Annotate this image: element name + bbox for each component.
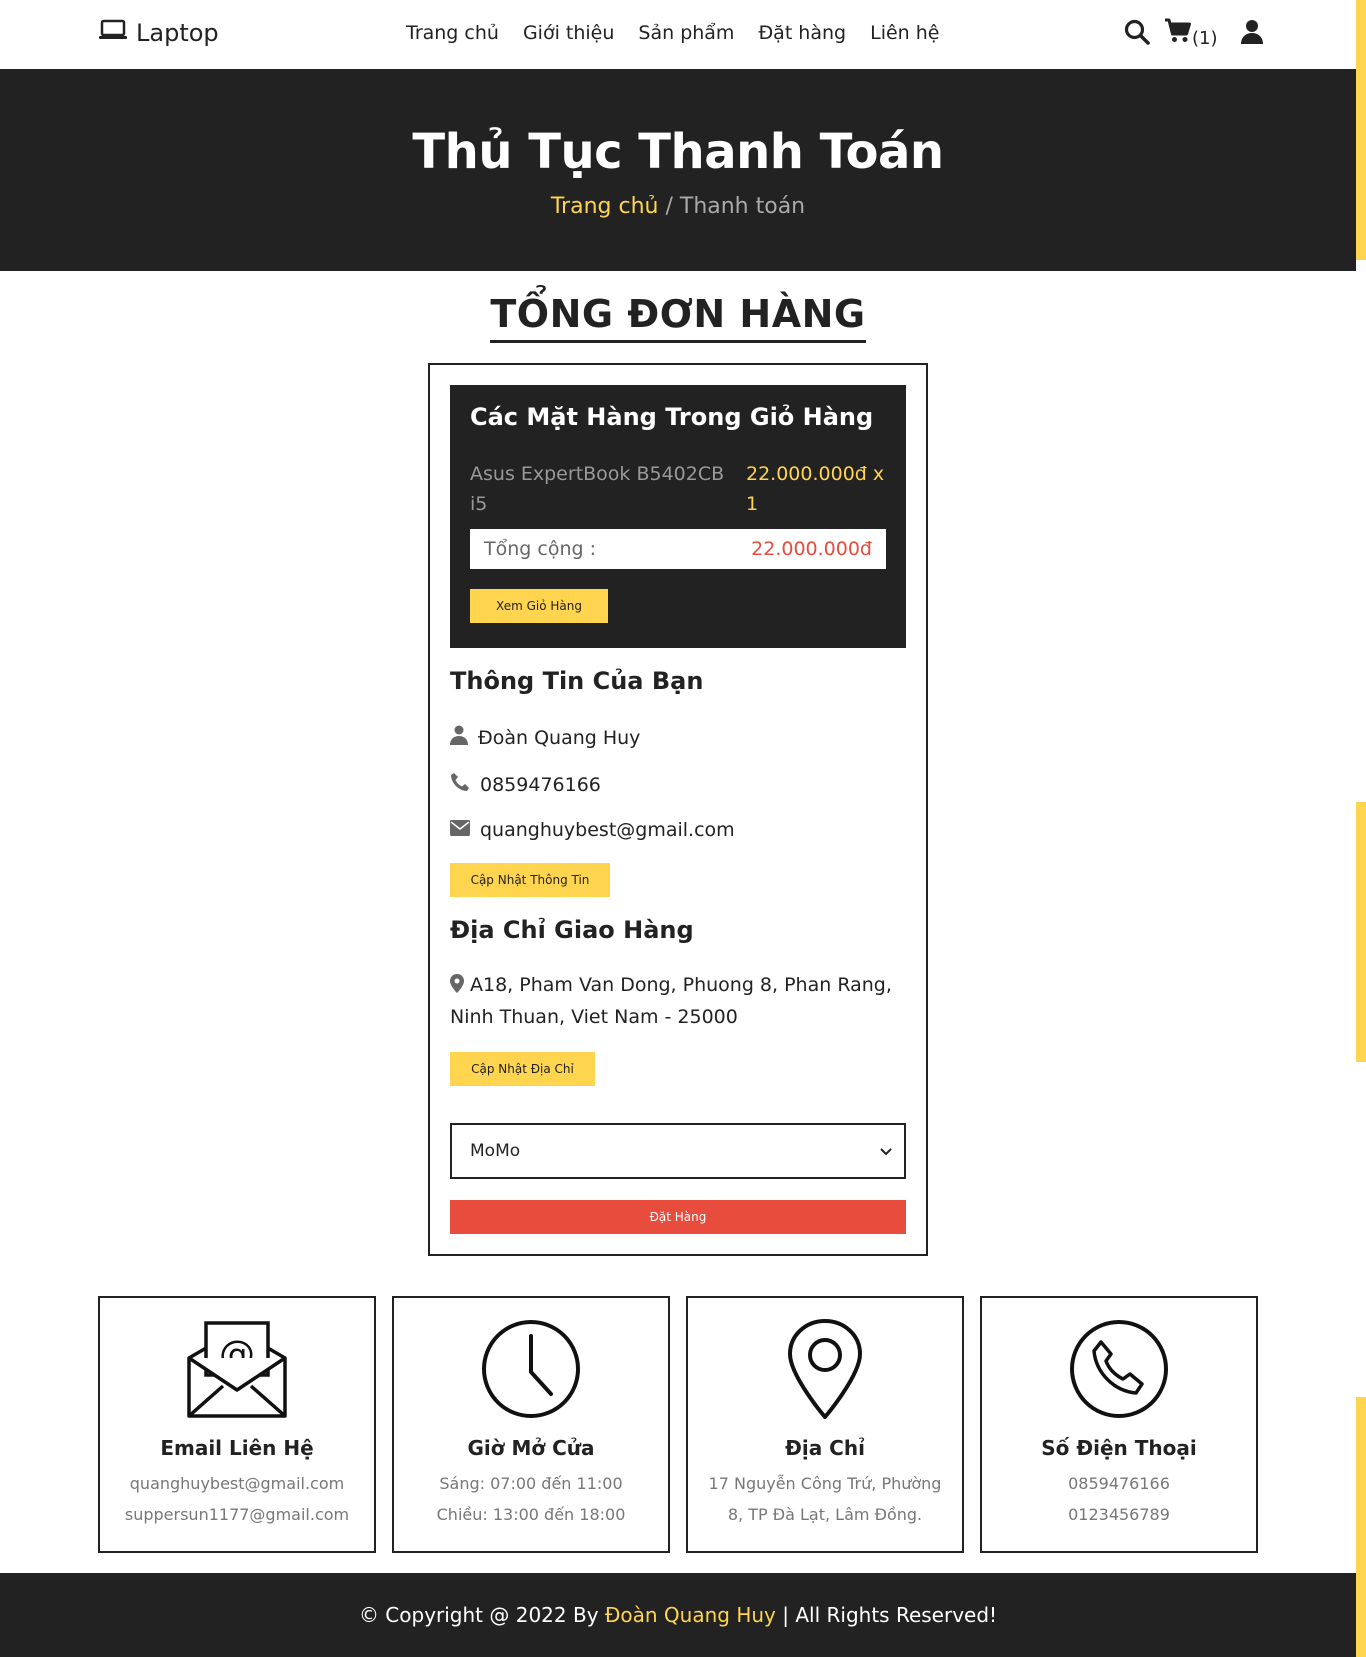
user-name-line: Đoàn Quang Huy	[450, 725, 906, 750]
scroll-thumb[interactable]	[1356, 0, 1366, 260]
card-line: suppersun1177@gmail.com	[124, 1505, 350, 1524]
search-icon[interactable]	[1124, 19, 1150, 49]
phone-icon	[450, 772, 470, 797]
cart-heading: Các Mặt Hàng Trong Giỏ Hàng	[470, 403, 874, 431]
payment-method-value: MoMo	[470, 1141, 521, 1161]
nav-contact[interactable]: Liên hệ	[870, 22, 939, 44]
contact-card-hours: Giờ Mở Cửa Sáng: 07:00 đến 11:00 Chiều: …	[392, 1296, 670, 1553]
card-title: Số Điện Thoại	[1041, 1436, 1197, 1460]
contact-card-email: @ Email Liên Hệ quanghuybest@gmail.com s…	[98, 1296, 376, 1553]
shipping-address-line: A18, Pham Van Dong, Phuong 8, Phan Rang,…	[450, 970, 906, 1032]
total-label: Tổng cộng :	[484, 538, 596, 560]
contact-card-address: Địa Chỉ 17 Nguyễn Công Trứ, Phường 8, TP…	[686, 1296, 964, 1553]
section-title: TỔNG ĐƠN HÀNG	[490, 292, 866, 343]
page-scrollbar[interactable]	[1356, 0, 1366, 1657]
cart-total-row: Tổng cộng : 22.000.000đ	[470, 529, 886, 569]
user-phone: 0859476166	[480, 773, 601, 796]
card-title: Địa Chỉ	[785, 1436, 865, 1460]
cart-item-name: Asus ExpertBook B5402CB i5	[470, 463, 725, 515]
page-banner: Thủ Tục Thanh Toán Trang chủ / Thanh toá…	[0, 69, 1356, 271]
contact-cards: @ Email Liên Hệ quanghuybest@gmail.com s…	[98, 1296, 1258, 1553]
payment-method-select[interactable]: MoMo	[450, 1123, 906, 1179]
nav-about[interactable]: Giới thiệu	[523, 22, 614, 44]
cart-button[interactable]: (1)	[1164, 18, 1218, 49]
card-line: Chiều: 13:00 đến 18:00	[436, 1505, 626, 1524]
user-icon[interactable]	[1240, 19, 1264, 49]
contact-card-phone: Số Điện Thoại 0859476166 0123456789	[980, 1296, 1258, 1553]
site-logo[interactable]: Laptop	[98, 18, 219, 48]
shipping-heading: Địa Chỉ Giao Hàng	[450, 916, 694, 944]
card-line: 0859476166	[1068, 1474, 1170, 1493]
update-address-button[interactable]: Cập Nhật Địa Chỉ	[450, 1052, 595, 1086]
page-title: Thủ Tục Thanh Toán	[412, 124, 944, 180]
map-pin-icon	[450, 972, 464, 1002]
nav-products[interactable]: Sản phẩm	[638, 22, 734, 44]
site-footer: © Copyright @ 2022 By Đoàn Quang Huy | A…	[0, 1573, 1356, 1657]
nav-home[interactable]: Trang chủ	[406, 22, 499, 44]
view-cart-button[interactable]: Xem Giỏ Hàng	[470, 589, 608, 623]
footer-author: Đoàn Quang Huy	[604, 1603, 776, 1627]
footer-suffix: | All Rights Reserved!	[782, 1603, 998, 1627]
cart-icon	[1164, 18, 1192, 49]
section-title-wrap: TỔNG ĐƠN HÀNG	[0, 292, 1356, 343]
phone-icon	[1068, 1320, 1170, 1424]
scroll-marker	[1356, 1397, 1366, 1657]
scroll-marker	[1356, 802, 1366, 1062]
update-info-button[interactable]: Cập Nhật Thông Tin	[450, 863, 610, 897]
card-line: 8, TP Đà Lạt, Lâm Đồng.	[727, 1505, 923, 1524]
laptop-icon	[98, 18, 128, 48]
nav-orders[interactable]: Đặt hàng	[758, 22, 846, 44]
card-title: Email Liên Hệ	[160, 1436, 314, 1460]
user-email-line: quanghuybest@gmail.com	[450, 819, 906, 841]
envelope-icon	[450, 819, 470, 841]
breadcrumb-home[interactable]: Trang chủ	[551, 194, 659, 219]
card-line: 17 Nguyễn Công Trứ, Phường	[708, 1474, 942, 1493]
card-title: Giờ Mở Cửa	[467, 1436, 595, 1460]
cart-count: (1)	[1192, 28, 1218, 49]
cart-panel: Các Mặt Hàng Trong Giỏ Hàng Asus ExpertB…	[450, 385, 906, 648]
chevron-down-icon	[880, 1141, 892, 1161]
user-info-heading: Thông Tin Của Bạn	[450, 667, 704, 695]
card-line: Sáng: 07:00 đến 11:00	[439, 1474, 623, 1493]
clock-icon	[480, 1320, 582, 1424]
user-phone-line: 0859476166	[450, 772, 906, 797]
card-line: 0123456789	[1068, 1505, 1170, 1524]
breadcrumb-current: / Thanh toán	[665, 194, 806, 219]
total-value: 22.000.000đ	[751, 538, 872, 560]
header-icons: (1)	[1124, 18, 1264, 49]
logo-text: Laptop	[136, 19, 219, 47]
main-nav: Trang chủ Giới thiệu Sản phẩm Đặt hàng L…	[406, 22, 939, 44]
shipping-section: Địa Chỉ Giao Hàng A18, Pham Van Dong, Ph…	[450, 916, 906, 1086]
user-name: Đoàn Quang Huy	[478, 726, 641, 749]
user-info-section: Thông Tin Của Bạn Đoàn Quang Huy 0859476…	[450, 667, 906, 897]
footer-prefix: © Copyright @ 2022 By	[358, 1603, 599, 1627]
place-order-button[interactable]: Đặt Hàng	[450, 1200, 906, 1234]
order-summary-box: Các Mặt Hàng Trong Giỏ Hàng Asus ExpertB…	[428, 363, 928, 1256]
card-line: quanghuybest@gmail.com	[129, 1474, 345, 1493]
cart-item: Asus ExpertBook B5402CB i5 22.000.000đ x…	[470, 459, 886, 519]
cart-item-price: 22.000.000đ x 1	[746, 463, 885, 515]
breadcrumb: Trang chủ / Thanh toán	[0, 194, 1356, 219]
envelope-at-icon: @	[186, 1321, 288, 1424]
user-email: quanghuybest@gmail.com	[480, 819, 735, 841]
user-icon	[450, 725, 468, 750]
map-pin-icon	[774, 1319, 876, 1424]
top-header: Laptop Trang chủ Giới thiệu Sản phẩm Đặt…	[0, 0, 1356, 69]
shipping-address: A18, Pham Van Dong, Phuong 8, Phan Rang,…	[450, 974, 892, 1028]
